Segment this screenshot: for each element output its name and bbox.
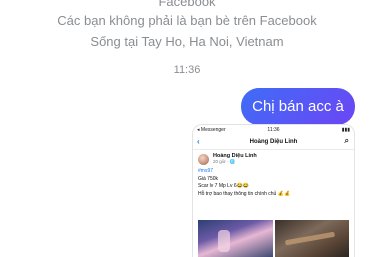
post-hashtag: #ms97 (198, 168, 214, 174)
post-text: #ms97 Giá 750k Scar lv 7 Mp Lv 6😂😂 Hỗ tr… (198, 168, 349, 198)
avatar (198, 153, 209, 165)
profile-name: Hoàng Diệu Linh (249, 139, 298, 145)
status-bar: ◂ Messenger 11:36 ▮▮▮ (193, 125, 354, 135)
not-friends-text: Các bạn không phải là bạn bè trên Facebo… (57, 13, 317, 28)
battery-icon: ▮▮▮ (341, 127, 350, 133)
conversation-header: Facebook Các bạn không phải là bạn bè tr… (0, 0, 374, 52)
post-line: Scar lv 7 Mp Lv 6😂😂 (198, 183, 250, 189)
post-meta: 20 giờ · 🌐 (213, 159, 236, 164)
game-screenshot-image (198, 220, 273, 257)
message-timestamp: 11:36 (173, 64, 201, 76)
game-screenshot-image (274, 220, 349, 257)
post-images (198, 220, 349, 257)
status-time: 11:36 (267, 127, 280, 133)
location-text: Sống tại Tay Ho, Ha Noi, Vietnam (90, 34, 284, 49)
facebook-post: Hoàng Diệu Linh 20 giờ · 🌐 #ms97 Giá 750… (193, 150, 354, 198)
shared-screenshot-image[interactable]: ◂ Messenger 11:36 ▮▮▮ ‹ Hoàng Diệu Linh … (192, 124, 355, 257)
sent-message-bubble[interactable]: Chị bán acc à (241, 88, 355, 125)
profile-nav-bar: ‹ Hoàng Diệu Linh ⌕ (193, 135, 354, 150)
search-icon: ⌕ (344, 136, 349, 145)
post-line: Giá 750k (198, 175, 219, 182)
header-title: Facebook (158, 0, 216, 9)
post-line: Hỗ trợ bao thay thông tin chính chủ 💰💰 (198, 190, 291, 197)
post-header: Hoàng Diệu Linh 20 giờ · 🌐 (198, 153, 349, 165)
